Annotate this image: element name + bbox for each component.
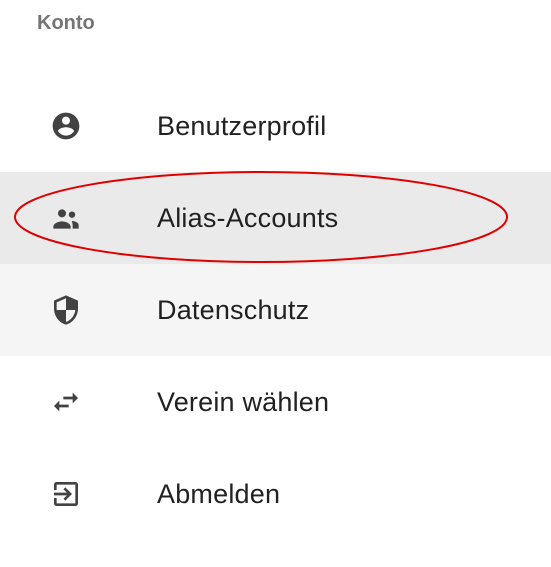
section-header: Konto [37,12,95,34]
menu-item-verein-waehlen[interactable]: Verein wählen [0,356,551,448]
menu-item-label: Alias-Accounts [157,202,339,233]
menu-item-alias-accounts[interactable]: Alias-Accounts [0,172,551,264]
menu-item-abmelden[interactable]: Abmelden [0,448,551,540]
menu-item-datenschutz[interactable]: Datenschutz [0,264,551,356]
menu-item-label: Datenschutz [157,294,310,325]
account-circle-icon [48,108,84,144]
menu-item-label: Verein wählen [157,386,330,417]
menu-item-label: Benutzerprofil [157,110,327,141]
menu-item-label: Abmelden [157,478,281,509]
logout-icon [48,476,84,512]
shield-icon [48,292,84,328]
menu-item-benutzerprofil[interactable]: Benutzerprofil [0,80,551,172]
swap-arrows-icon [48,384,84,420]
people-icon [48,200,84,236]
account-menu: Benutzerprofil Alias-Accounts Datenschut… [0,80,551,540]
